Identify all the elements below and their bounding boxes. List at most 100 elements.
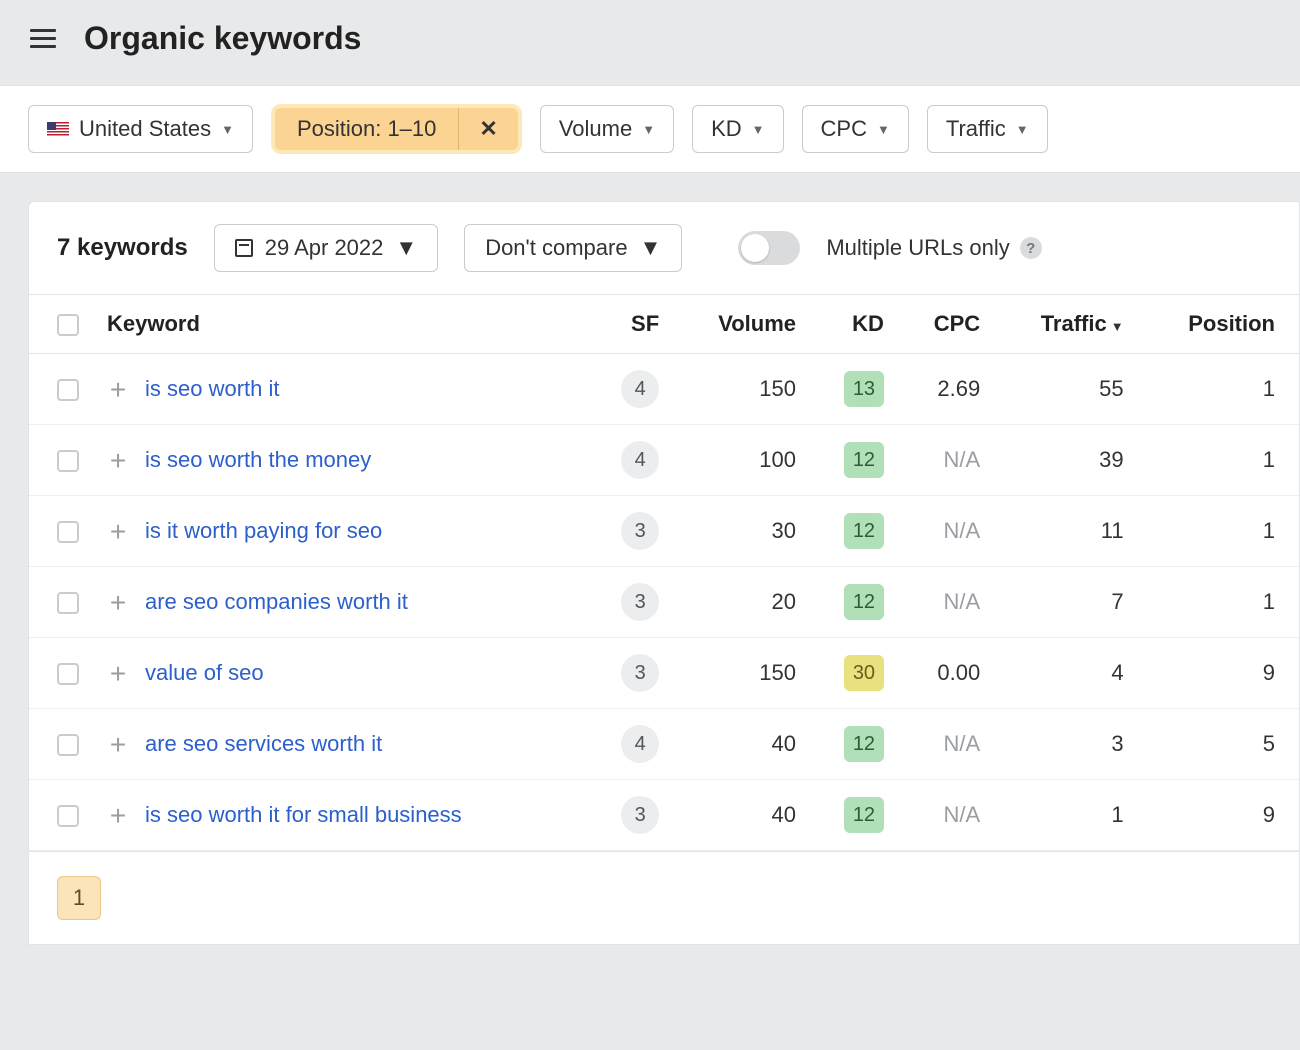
position-value: 9 <box>1138 638 1299 709</box>
keyword-link[interactable]: is it worth paying for seo <box>145 518 382 543</box>
keyword-link[interactable]: is seo worth it <box>145 376 280 401</box>
row-checkbox[interactable] <box>57 521 79 543</box>
chevron-down-icon: ▼ <box>877 122 890 137</box>
volume-value: 30 <box>673 496 810 567</box>
table-row: + is seo worth it for small business 3 40… <box>29 780 1299 851</box>
traffic-value: 4 <box>994 638 1137 709</box>
traffic-filter[interactable]: Traffic ▼ <box>927 105 1048 153</box>
column-kd[interactable]: KD <box>810 295 898 354</box>
row-checkbox[interactable] <box>57 663 79 685</box>
row-checkbox[interactable] <box>57 734 79 756</box>
keyword-link[interactable]: are seo companies worth it <box>145 589 408 614</box>
traffic-value: 55 <box>994 354 1137 425</box>
row-checkbox[interactable] <box>57 379 79 401</box>
keyword-link[interactable]: is seo worth it for small business <box>145 802 462 827</box>
column-volume[interactable]: Volume <box>673 295 810 354</box>
cpc-value: 0.00 <box>898 638 994 709</box>
table-row: +is seo worth the money 4 100 12 N/A 39 … <box>29 425 1299 496</box>
cpc-value: N/A <box>898 567 994 638</box>
kd-badge: 12 <box>844 726 884 762</box>
expand-icon[interactable]: + <box>107 450 129 472</box>
volume-value: 100 <box>673 425 810 496</box>
volume-value: 40 <box>673 780 810 851</box>
kd-badge: 12 <box>844 584 884 620</box>
calendar-icon <box>235 239 253 257</box>
expand-icon[interactable]: + <box>107 379 129 401</box>
position-chip-label[interactable]: Position: 1–10 <box>275 108 459 150</box>
expand-icon[interactable]: + <box>107 592 129 614</box>
sf-badge[interactable]: 4 <box>621 441 659 479</box>
help-icon[interactable]: ? <box>1020 237 1042 259</box>
chevron-down-icon: ▼ <box>752 122 765 137</box>
sf-badge[interactable]: 4 <box>621 725 659 763</box>
cpc-value: N/A <box>898 780 994 851</box>
multiple-urls-label: Multiple URLs only ? <box>826 235 1041 261</box>
expand-icon[interactable]: + <box>107 805 129 827</box>
keywords-table: Keyword SF Volume KD CPC Traffic▼ Positi… <box>29 294 1299 851</box>
kd-label: KD <box>711 116 742 142</box>
sf-badge[interactable]: 3 <box>621 512 659 550</box>
date-label: 29 Apr 2022 <box>265 235 384 261</box>
expand-icon[interactable]: + <box>107 734 129 756</box>
row-checkbox[interactable] <box>57 450 79 472</box>
traffic-label: Traffic <box>946 116 1006 142</box>
close-icon[interactable]: ✕ <box>459 110 517 148</box>
kd-badge: 13 <box>844 371 884 407</box>
country-label: United States <box>79 116 211 142</box>
column-position[interactable]: Position <box>1138 295 1299 354</box>
position-value: 9 <box>1138 780 1299 851</box>
keyword-link[interactable]: are seo services worth it <box>145 731 382 756</box>
date-picker[interactable]: 29 Apr 2022 ▼ <box>214 224 438 272</box>
us-flag-icon <box>47 122 69 137</box>
sf-badge[interactable]: 3 <box>621 796 659 834</box>
position-value: 1 <box>1138 425 1299 496</box>
table-row: +are seo companies worth it 3 20 12 N/A … <box>29 567 1299 638</box>
country-filter[interactable]: United States ▼ <box>28 105 253 153</box>
expand-icon[interactable]: + <box>107 663 129 685</box>
compare-label: Don't compare <box>485 235 627 261</box>
position-filter-chip: Position: 1–10 ✕ <box>271 104 522 154</box>
column-cpc[interactable]: CPC <box>898 295 994 354</box>
column-traffic[interactable]: Traffic▼ <box>994 295 1137 354</box>
multiple-urls-toggle[interactable] <box>738 231 800 265</box>
sf-badge[interactable]: 3 <box>621 654 659 692</box>
sf-badge[interactable]: 3 <box>621 583 659 621</box>
chevron-down-icon: ▼ <box>642 122 655 137</box>
kd-badge: 12 <box>844 442 884 478</box>
cpc-value: N/A <box>898 425 994 496</box>
cpc-value: 2.69 <box>898 354 994 425</box>
table-row: +is seo worth it 4 150 13 2.69 55 1 <box>29 354 1299 425</box>
volume-filter[interactable]: Volume ▼ <box>540 105 674 153</box>
volume-value: 40 <box>673 709 810 780</box>
page-title: Organic keywords <box>84 20 361 57</box>
column-sf[interactable]: SF <box>588 295 673 354</box>
cpc-filter[interactable]: CPC ▼ <box>802 105 909 153</box>
menu-icon[interactable] <box>30 29 56 48</box>
volume-label: Volume <box>559 116 632 142</box>
row-checkbox[interactable] <box>57 805 79 827</box>
sf-badge[interactable]: 4 <box>621 370 659 408</box>
sort-desc-icon: ▼ <box>1111 319 1124 334</box>
select-all-checkbox[interactable] <box>57 314 79 336</box>
column-keyword[interactable]: Keyword <box>93 295 588 354</box>
keyword-count: 7 keywords <box>57 234 188 262</box>
volume-value: 150 <box>673 638 810 709</box>
table-row: +is it worth paying for seo 3 30 12 N/A … <box>29 496 1299 567</box>
traffic-value: 7 <box>994 567 1137 638</box>
compare-dropdown[interactable]: Don't compare ▼ <box>464 224 682 272</box>
position-value: 5 <box>1138 709 1299 780</box>
traffic-value: 1 <box>994 780 1137 851</box>
kd-badge: 12 <box>844 513 884 549</box>
traffic-value: 3 <box>994 709 1137 780</box>
traffic-value: 11 <box>994 496 1137 567</box>
keyword-link[interactable]: is seo worth the money <box>145 447 371 472</box>
expand-icon[interactable]: + <box>107 521 129 543</box>
cpc-value: N/A <box>898 496 994 567</box>
chevron-down-icon: ▼ <box>395 235 417 261</box>
kd-filter[interactable]: KD ▼ <box>692 105 783 153</box>
cpc-value: N/A <box>898 709 994 780</box>
keyword-link[interactable]: value of seo <box>145 660 264 685</box>
page-1-button[interactable]: 1 <box>57 876 101 920</box>
cpc-label: CPC <box>821 116 867 142</box>
row-checkbox[interactable] <box>57 592 79 614</box>
